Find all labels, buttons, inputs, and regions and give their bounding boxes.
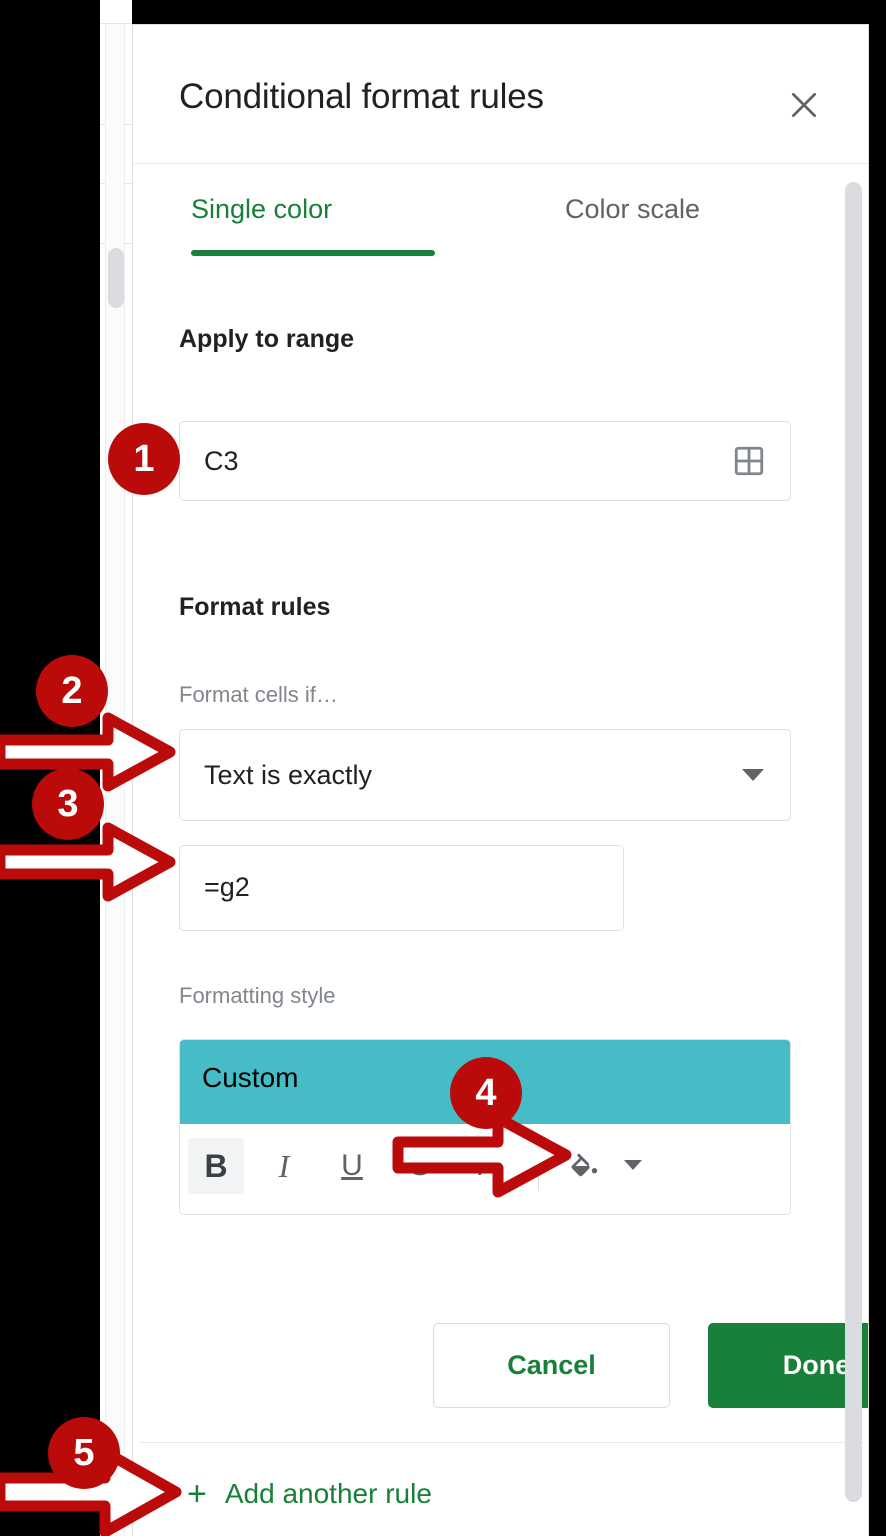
italic-button[interactable]: I <box>256 1138 312 1194</box>
bold-button[interactable]: B <box>188 1138 244 1194</box>
tab-color-scale[interactable]: Color scale <box>565 194 700 225</box>
condition-type-value: Text is exactly <box>204 760 373 790</box>
close-icon[interactable] <box>782 83 826 127</box>
style-toolbar: B I U S A <box>180 1124 790 1214</box>
condition-type-dropdown[interactable]: Text is exactly <box>179 729 791 821</box>
format-rules-heading: Format rules <box>179 593 331 621</box>
fill-color-chevron-down-icon[interactable] <box>624 1160 642 1170</box>
formatting-style-label: Formatting style <box>179 983 336 1008</box>
chevron-down-icon[interactable] <box>742 769 764 781</box>
tab-single-color[interactable]: Single color <box>191 194 332 225</box>
format-cells-if-label: Format cells if… <box>179 682 338 707</box>
plus-icon: + <box>187 1475 207 1513</box>
screenshot-root: ▼ Conditional format rules Single color … <box>0 0 886 1536</box>
dialog-scrollbar-thumb[interactable] <box>845 182 862 1502</box>
add-another-rule-label: Add another rule <box>224 1478 432 1509</box>
condition-value-text: =g2 <box>204 872 250 902</box>
annotation-badge-5: 5 <box>48 1417 120 1489</box>
style-preview-text: Custom <box>202 1062 299 1093</box>
page-title: Conditional format rules <box>179 77 544 116</box>
text-color-button[interactable]: A <box>460 1138 516 1194</box>
add-another-rule-button[interactable]: + Add another rule <box>187 1477 432 1511</box>
annotation-badge-2: 2 <box>36 655 108 727</box>
toolbar-divider <box>538 1146 539 1190</box>
fill-bucket-icon[interactable] <box>556 1138 612 1194</box>
annotation-badge-1: 1 <box>108 423 180 495</box>
active-tab-indicator <box>191 250 435 256</box>
strikethrough-button[interactable]: S <box>392 1138 448 1194</box>
condition-value-input[interactable]: =g2 <box>179 845 624 931</box>
sheet-scrollbar-thumb[interactable] <box>108 248 124 308</box>
dialog-header: Conditional format rules <box>133 25 868 164</box>
apply-to-range-value: C3 <box>204 446 239 476</box>
footer-divider <box>139 1442 864 1443</box>
apply-to-range-field[interactable]: C3 <box>179 421 791 501</box>
annotation-badge-3: 3 <box>32 768 104 840</box>
conditional-format-rules-dialog: Conditional format rules Single color Co… <box>132 24 869 1536</box>
annotation-badge-4: 4 <box>450 1057 522 1129</box>
underline-button[interactable]: U <box>324 1138 380 1194</box>
grid-select-icon[interactable] <box>732 444 766 478</box>
dialog-tabs: Single color Color scale <box>133 164 868 260</box>
apply-to-range-heading: Apply to range <box>179 325 355 353</box>
cancel-button[interactable]: Cancel <box>433 1323 670 1408</box>
